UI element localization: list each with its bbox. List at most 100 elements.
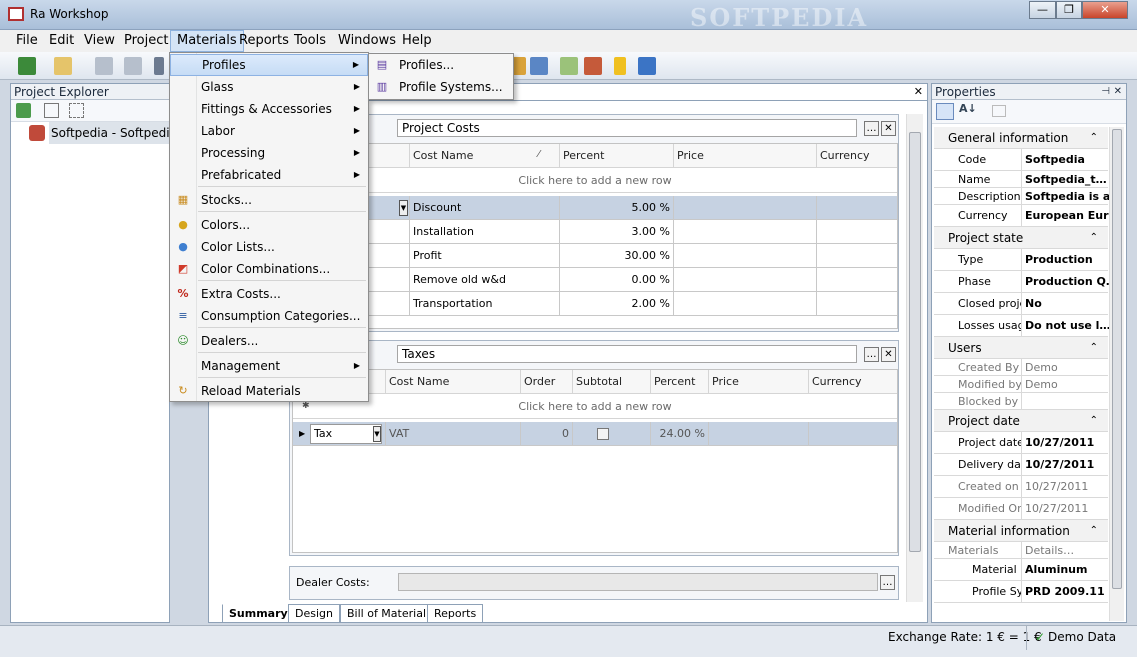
property-row[interactable]: Materials Details…	[934, 542, 1108, 559]
menu-reports[interactable]: Reports	[233, 30, 295, 52]
category-project-date[interactable]: Project date ⌃	[934, 410, 1108, 432]
cell-percent[interactable]: 3.00 %	[559, 220, 673, 244]
close-panel-icon[interactable]: ✕	[1114, 84, 1122, 100]
menu-item-extra-costs[interactable]: % Extra Costs...	[170, 283, 368, 305]
cell-currency[interactable]	[816, 196, 897, 220]
cell-currency[interactable]	[816, 244, 897, 268]
tab-bill-of-material[interactable]: Bill of Material	[340, 604, 433, 623]
menu-edit[interactable]: Edit	[43, 30, 80, 52]
refresh-icon[interactable]	[16, 103, 31, 118]
cell-price[interactable]	[673, 292, 816, 316]
col-subtotal[interactable]: Subtotal	[572, 370, 650, 394]
menu-item-profiles[interactable]: Profiles ▶	[170, 54, 368, 76]
menu-file[interactable]: File	[10, 30, 44, 52]
menu-tools[interactable]: Tools	[288, 30, 332, 52]
property-row[interactable]: Created By Demo	[934, 359, 1108, 376]
tree-item[interactable]: Softpedia - Softpedia_tes	[11, 122, 204, 144]
col-price[interactable]: Price	[708, 370, 808, 394]
col-order[interactable]: Order	[520, 370, 572, 394]
table-row[interactable]: Installation 3.00 %	[293, 220, 897, 244]
col-cost-name[interactable]: Cost Name	[385, 370, 520, 394]
menu-item-color-lists[interactable]: ● Color Lists...	[170, 236, 368, 258]
export-icon[interactable]	[560, 57, 578, 75]
cell-cost-name[interactable]: VAT	[385, 422, 520, 446]
property-row[interactable]: Losses usag Do not use l…	[934, 315, 1109, 337]
tab-summary[interactable]: Summary	[222, 604, 295, 623]
cell-price[interactable]	[673, 244, 816, 268]
menu-item-profiles-dialog[interactable]: ▤ Profiles...	[369, 54, 513, 76]
col-currency[interactable]: Currency	[816, 144, 897, 168]
cell-cost-name[interactable]: Installation	[409, 220, 559, 244]
ellipsis-button[interactable]: …	[880, 575, 895, 590]
cell-currency[interactable]	[816, 292, 897, 316]
menu-item-dealers[interactable]: ☺ Dealers...	[170, 330, 368, 352]
minimize-button[interactable]: —	[1029, 1, 1056, 19]
cell-cost-name[interactable]: Transportation	[409, 292, 559, 316]
menu-item-labor[interactable]: Labor ▶	[170, 120, 368, 142]
menu-item-reload-materials[interactable]: ↻ Reload Materials	[170, 380, 368, 402]
maximize-button[interactable]: ❐	[1056, 1, 1082, 19]
menu-item-fittings[interactable]: Fittings & Accessories ▶	[170, 98, 368, 120]
menu-project[interactable]: Project	[118, 30, 174, 52]
pin-icon[interactable]: ⊣	[1101, 84, 1110, 100]
save-all-icon[interactable]	[124, 57, 142, 75]
property-row[interactable]: Delivery dat 10/27/2011	[934, 454, 1108, 476]
cell-cost-name[interactable]: Profit	[409, 244, 559, 268]
property-row[interactable]: Modified by Demo	[934, 376, 1108, 393]
save-icon[interactable]	[95, 57, 113, 75]
property-row[interactable]: Material Aluminum	[934, 559, 1108, 581]
open-folder-icon[interactable]	[54, 57, 72, 75]
property-row[interactable]: Name Softpedia_t…	[934, 171, 1108, 188]
vertical-scrollbar[interactable]	[906, 114, 923, 602]
menu-windows[interactable]: Windows	[332, 30, 402, 52]
category-general[interactable]: General information ⌃	[934, 127, 1108, 149]
property-row[interactable]: Description Softpedia is a l	[934, 188, 1109, 205]
cell-price[interactable]	[673, 220, 816, 244]
close-group-button[interactable]: ✕	[881, 121, 896, 136]
col-percent[interactable]: Percent	[650, 370, 708, 394]
property-row[interactable]: Phase Production Q…	[934, 271, 1109, 293]
cell-percent[interactable]: 24.00 %	[650, 422, 708, 446]
add-row[interactable]: Click here to add a new row	[293, 394, 897, 419]
property-row[interactable]: Blocked by	[934, 393, 1108, 410]
property-row[interactable]: Modified On 10/27/2011	[934, 498, 1108, 520]
dealer-costs-field[interactable]	[398, 573, 878, 591]
tab-design[interactable]: Design	[288, 604, 340, 623]
menu-item-processing[interactable]: Processing ▶	[170, 142, 368, 164]
lightning-icon[interactable]	[614, 57, 626, 75]
ellipsis-button[interactable]: …	[864, 121, 879, 136]
cell-currency[interactable]	[808, 422, 897, 446]
property-row[interactable]: Created on 10/27/2011	[934, 476, 1108, 498]
ellipsis-button[interactable]: …	[864, 347, 879, 362]
close-document-icon[interactable]: ✕	[914, 85, 923, 98]
dropdown-icon[interactable]: ▼	[373, 426, 381, 442]
menu-item-stocks[interactable]: ▦ Stocks...	[170, 189, 368, 211]
cell-percent[interactable]: 2.00 %	[559, 292, 673, 316]
property-row[interactable]: Type Production	[934, 249, 1108, 271]
property-row[interactable]: Profile Sy: PRD 2009.11	[934, 581, 1108, 603]
menu-item-management[interactable]: Management ▶	[170, 355, 368, 377]
cell-currency[interactable]	[816, 268, 897, 292]
cell-type[interactable]: Tax	[310, 424, 382, 444]
menu-item-color-combinations[interactable]: ◩ Color Combinations...	[170, 258, 368, 280]
dropdown-icon[interactable]: ▼	[399, 200, 408, 216]
cell-price[interactable]	[673, 268, 816, 292]
property-pages-icon[interactable]	[992, 105, 1006, 117]
cell-subtotal[interactable]	[572, 422, 650, 446]
col-price[interactable]: Price	[673, 144, 816, 168]
table-row[interactable]: ▶ Tax ▼ VAT 0 24.00 %	[293, 422, 897, 446]
settings-icon[interactable]	[638, 57, 656, 75]
tree-icon[interactable]	[69, 103, 84, 118]
menu-item-profile-systems[interactable]: ▥ Profile Systems...	[369, 76, 513, 98]
table-row[interactable]: Remove old w&d 0.00 %	[293, 268, 897, 292]
menu-item-prefabricated[interactable]: Prefabricated ▶	[170, 164, 368, 186]
category-users[interactable]: Users ⌃	[934, 337, 1108, 359]
property-row[interactable]: Currency European Euro	[934, 205, 1109, 227]
menu-item-consumption-categories[interactable]: ≡ Consumption Categories...	[170, 305, 368, 327]
category-project-state[interactable]: Project state ⌃	[934, 227, 1108, 249]
window-icon[interactable]	[530, 57, 548, 75]
new-project-icon[interactable]	[18, 57, 36, 75]
cell-percent[interactable]: 5.00 %	[559, 196, 673, 220]
property-row[interactable]: Closed proje No	[934, 293, 1108, 315]
col-percent[interactable]: Percent	[559, 144, 673, 168]
